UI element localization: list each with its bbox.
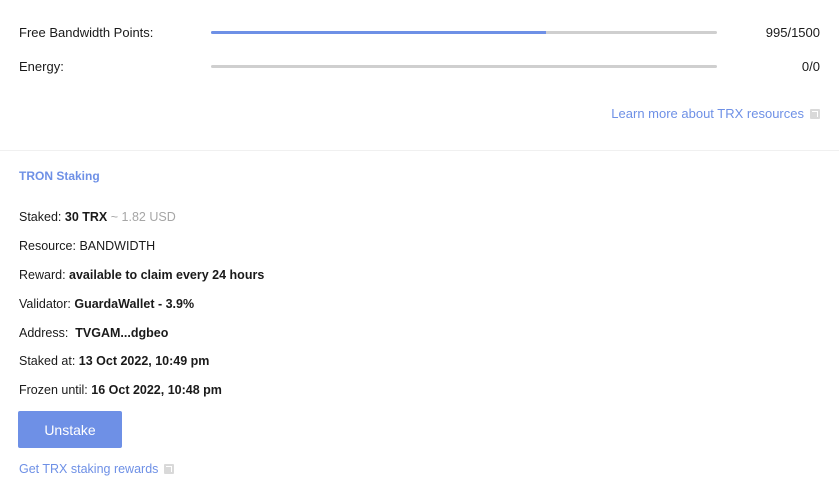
bandwidth-progress-fill (211, 31, 547, 34)
staked-label: Staked: (19, 210, 62, 224)
resource-line: Resource: BANDWIDTH (19, 239, 155, 253)
energy-value: 0/0 (801, 58, 820, 74)
staked-usd: ~ 1.82 USD (110, 210, 176, 224)
tron-resources-page: Free Bandwidth Points: 995/1500 Energy: … (0, 0, 839, 487)
staked-at-line: Staked at: 13 Oct 2022, 10:49 pm (19, 354, 209, 368)
validator-label: Validator: (19, 297, 71, 311)
frozen-until-label: Frozen until: (19, 383, 88, 397)
frozen-until-line: Frozen until: 16 Oct 2022, 10:48 pm (19, 383, 222, 397)
bandwidth-progress-bar (211, 31, 717, 34)
energy-label: Energy: (19, 58, 64, 74)
bandwidth-label: Free Bandwidth Points: (19, 24, 154, 40)
address-value: TVGAM...dgbeo (75, 326, 169, 340)
get-staking-rewards-link[interactable]: Get TRX staking rewards (19, 462, 175, 476)
staked-at-value: 13 Oct 2022, 10:49 pm (78, 354, 210, 368)
tron-staking-title: TRON Staking (19, 169, 100, 183)
energy-progress-bar (211, 65, 717, 68)
bandwidth-row: Free Bandwidth Points: 995/1500 (19, 22, 820, 42)
staked-at-label: Staked at: (19, 354, 76, 368)
reward-label: Reward: (19, 268, 66, 282)
address-label: Address: (19, 326, 69, 340)
bandwidth-value: 995/1500 (765, 24, 820, 40)
address-line: Address: TVGAM...dgbeo (19, 326, 168, 340)
energy-row: Energy: 0/0 (19, 56, 820, 76)
reward-value: available to claim every 24 hours (69, 268, 265, 282)
reward-line: Reward: available to claim every 24 hour… (19, 268, 264, 282)
unstake-button[interactable]: Unstake (18, 411, 122, 448)
staked-line: Staked: 30 TRX ~ 1.82 USD (19, 210, 176, 224)
external-link-icon (164, 464, 175, 474)
staked-amount: 30 TRX (64, 210, 108, 224)
learn-more-label: Learn more about TRX resources (611, 106, 804, 121)
learn-more-link[interactable]: Learn more about TRX resources (611, 106, 820, 121)
validator-value: GuardaWallet - 3.9% (74, 297, 195, 311)
frozen-until-value: 16 Oct 2022, 10:48 pm (91, 383, 222, 397)
validator-line: Validator: GuardaWallet - 3.9% (19, 297, 194, 311)
get-staking-rewards-label: Get TRX staking rewards (19, 462, 159, 476)
section-divider (0, 150, 839, 151)
resource-text: Resource: BANDWIDTH (19, 239, 156, 253)
external-link-icon (810, 108, 820, 119)
